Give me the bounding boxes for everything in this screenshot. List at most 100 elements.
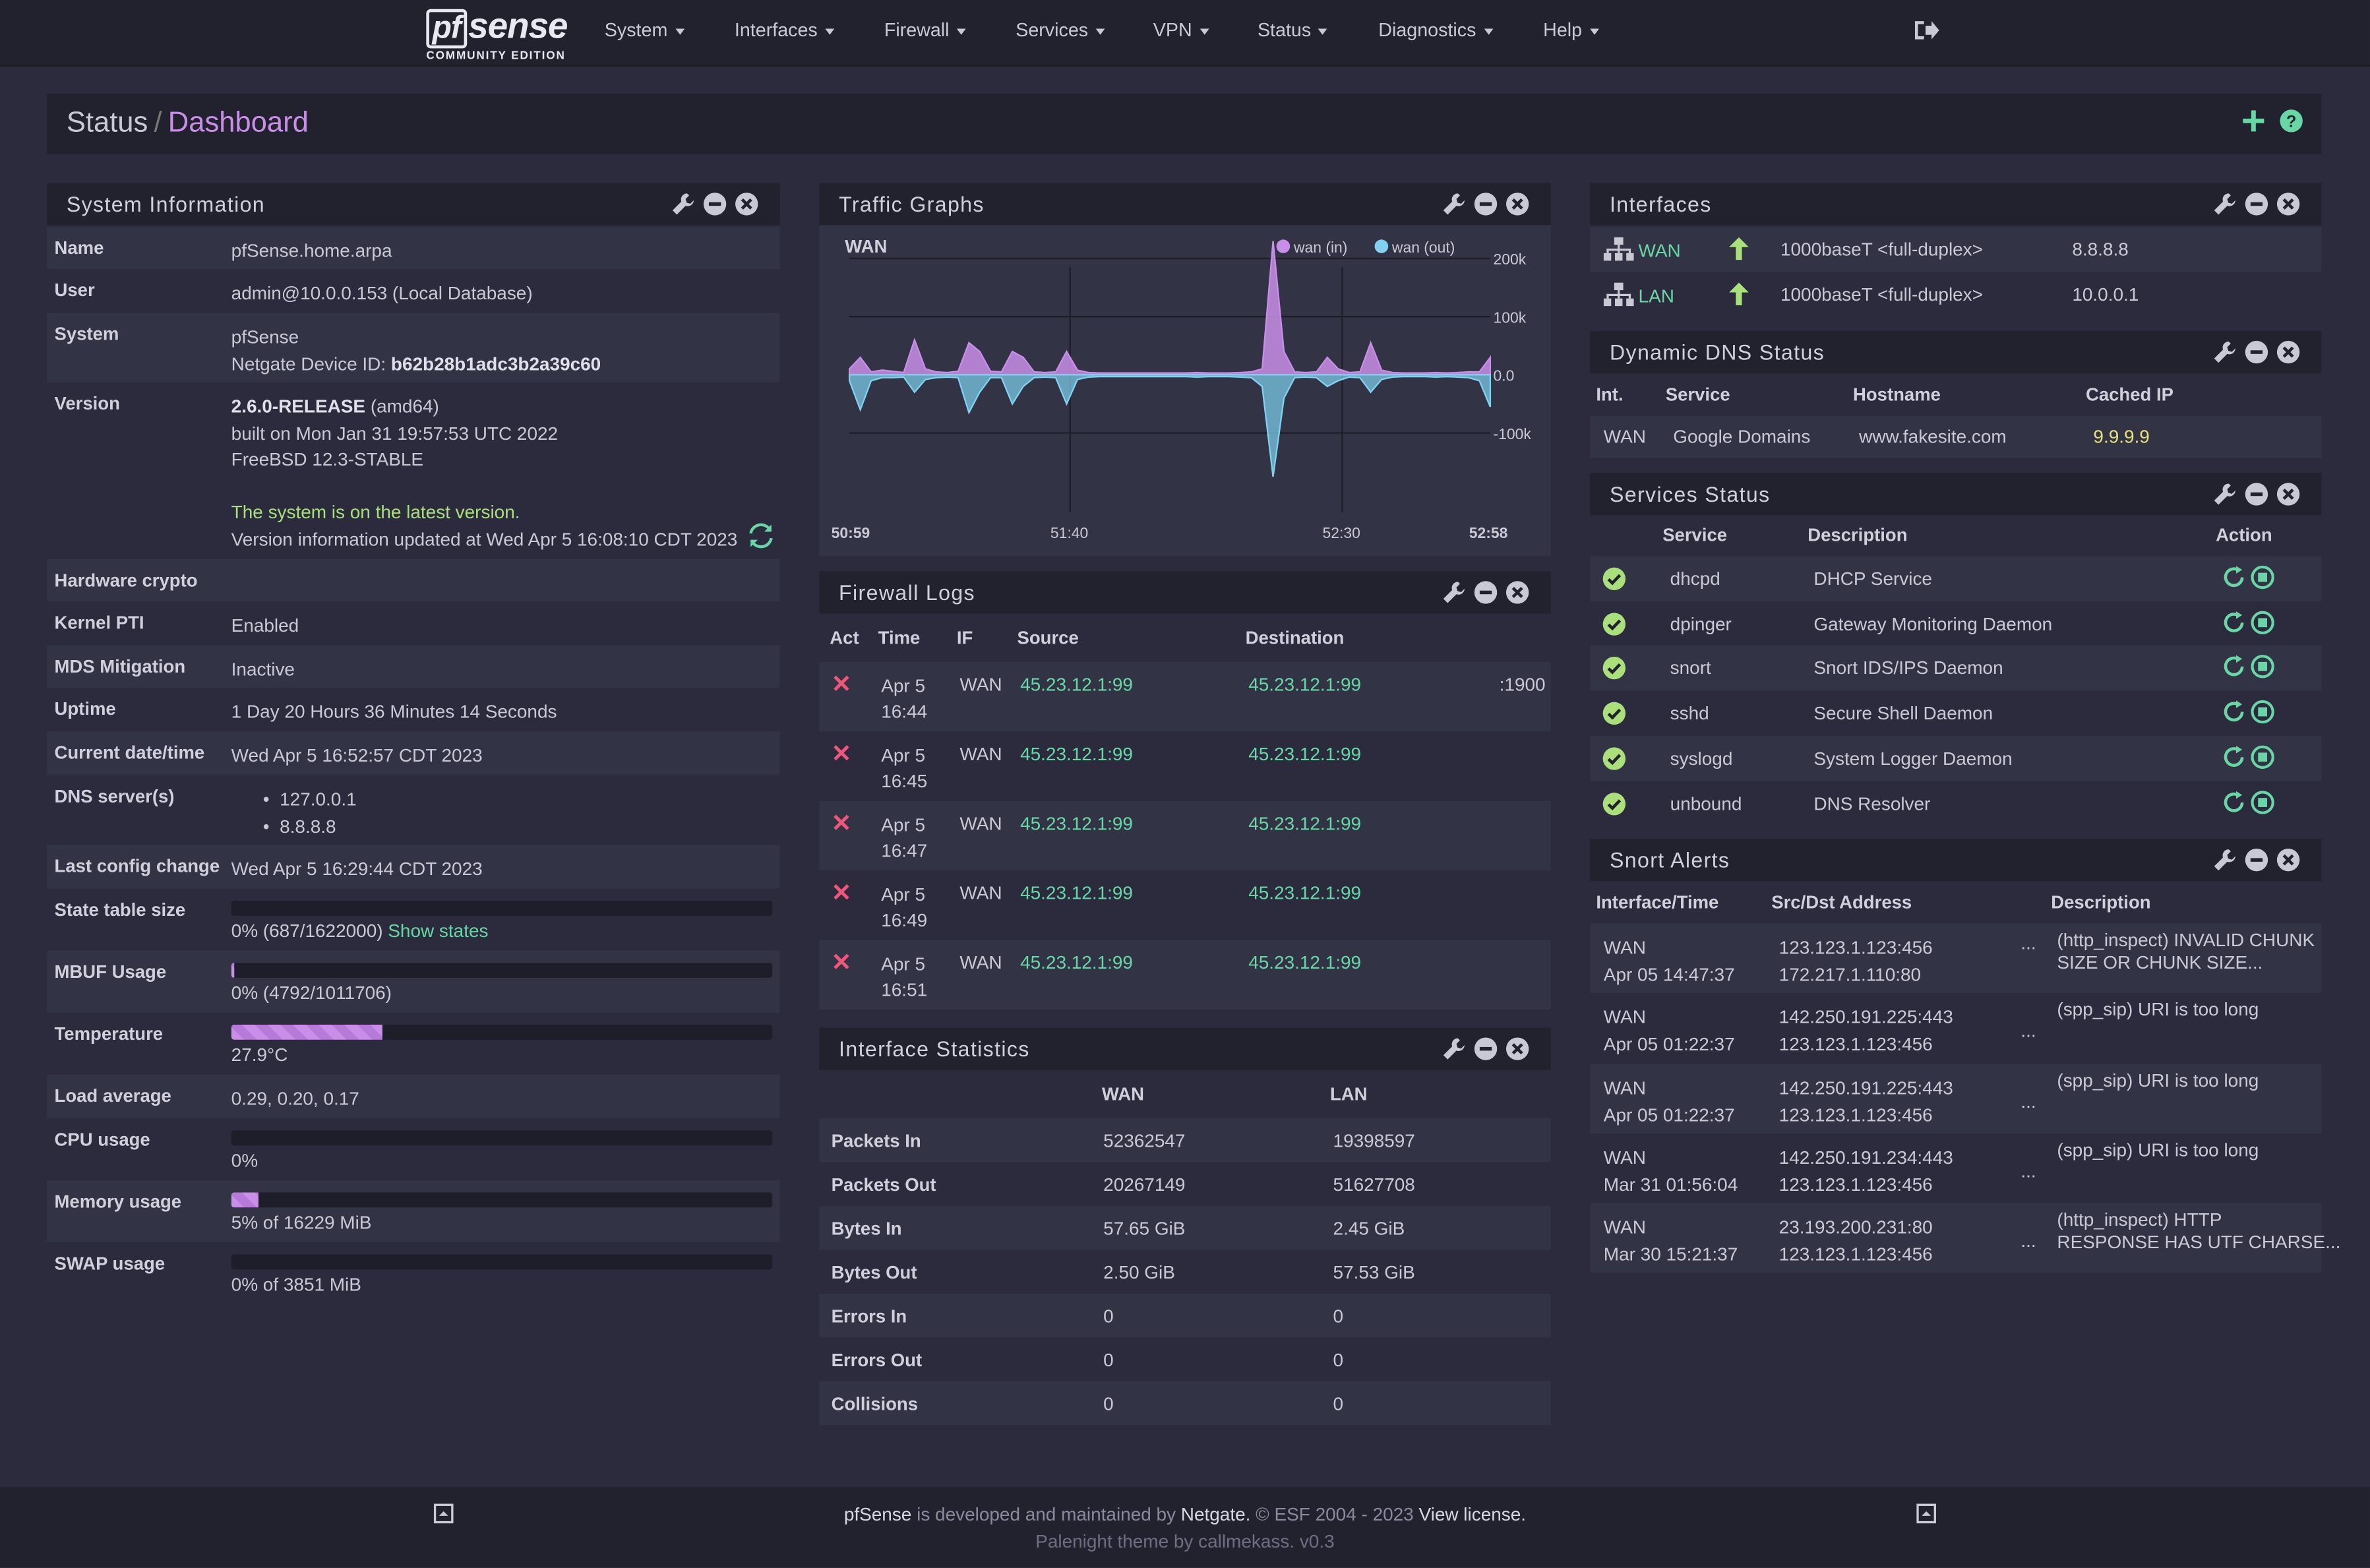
close-icon[interactable] [2276,848,2301,872]
log-interface: WAN [959,674,1002,696]
minimize-icon[interactable] [1474,1037,1498,1061]
wrench-icon[interactable] [1442,1037,1467,1061]
menu-help[interactable]: Help [1543,20,1599,41]
close-icon[interactable] [1505,1037,1530,1061]
wrench-icon[interactable] [2212,482,2237,506]
log-destination[interactable]: 45.23.12.1:99 [1248,813,1361,834]
page-title[interactable]: Dashboard [168,107,309,139]
row-temperature: Temperature 27.9°C [47,1013,780,1075]
view-license-link[interactable]: View license. [1419,1504,1527,1525]
log-time: Apr 5 16:51 [881,953,928,1001]
x-tick-label: 52:58 [1469,524,1508,541]
chevron-down-icon [1483,28,1493,35]
pfsense-logo[interactable]: pf sense COMMUNITY EDITION [426,6,571,63]
row-last-config: Last config change Wed Apr 5 16:29:44 CDT… [47,845,780,889]
interface-link[interactable]: WAN [1639,240,1681,261]
menu-services[interactable]: Services [1016,20,1105,41]
menu-status[interactable]: Status [1258,20,1328,41]
table-row: ✕ Apr 5 16:49 WAN 45.23.12.1:99 45.23.12.… [819,870,1550,940]
breadcrumb-parent[interactable]: Status [67,107,148,139]
wrench-icon[interactable] [671,192,696,216]
logout-icon[interactable] [1912,18,1939,43]
interface-link[interactable]: LAN [1639,286,1674,307]
close-icon[interactable] [2276,340,2301,365]
service-row: syslogd System Logger Daemon [1590,735,2322,781]
footer-netgate-link[interactable]: Netgate. [1181,1504,1251,1525]
restart-icon[interactable] [2222,565,2246,589]
wrench-icon[interactable] [1442,580,1467,605]
minimize-icon[interactable] [2245,340,2269,365]
log-source[interactable]: 45.23.12.1:99 [1020,674,1133,695]
restart-icon[interactable] [2222,744,2246,769]
wrench-icon[interactable] [1442,192,1467,216]
wrench-icon[interactable] [2212,848,2237,872]
minimize-icon[interactable] [1474,192,1498,216]
close-icon[interactable] [1505,580,1530,605]
log-destination[interactable]: 45.23.12.1:99 [1248,952,1361,973]
logo-sense: sense [468,6,568,47]
wrench-icon[interactable] [2212,192,2237,216]
menu-vpn[interactable]: VPN [1153,20,1209,41]
more-icon[interactable]: ... [2021,1021,2036,1042]
wrench-icon[interactable] [2212,340,2237,365]
row-memory-usage: Memory usage 5% of 16229 MiB [47,1180,780,1243]
chevron-down-icon [1095,28,1105,35]
stop-icon[interactable] [2251,744,2275,769]
logo-edition: COMMUNITY EDITION [426,48,566,62]
table-row: Collisions 0 0 [819,1381,1551,1426]
more-icon[interactable]: ... [2021,932,2036,953]
close-icon[interactable] [735,192,759,216]
stop-icon[interactable] [2251,565,2275,589]
minimize-icon[interactable] [2245,482,2269,506]
restart-icon[interactable] [2222,790,2246,814]
refresh-icon[interactable] [748,523,774,549]
widget-header: Snort Alerts [1590,839,2322,882]
service-row: sshd Secure Shell Daemon [1590,691,2321,737]
more-icon[interactable]: ... [2021,1091,2036,1112]
close-icon[interactable] [2276,192,2301,216]
minimize-icon[interactable] [703,192,727,216]
row-mds: MDS Mitigation Inactive [47,645,780,688]
widget-title: Dynamic DNS Status [1609,340,1825,365]
minimize-icon[interactable] [2245,848,2269,872]
menu-diagnostics[interactable]: Diagnostics [1378,20,1493,41]
log-source[interactable]: 45.23.12.1:99 [1020,744,1133,765]
service-row: snort Snort IDS/IPS Daemon [1590,646,2322,692]
close-icon[interactable] [1505,192,1530,216]
stop-icon[interactable] [2251,790,2275,814]
help-icon[interactable]: ? [2279,109,2303,133]
close-icon[interactable] [2276,482,2301,506]
more-icon[interactable]: ... [2021,1230,2036,1251]
add-widget-icon[interactable] [2241,109,2265,133]
more-icon[interactable]: ... [2021,1161,2036,1182]
row-current-date: Current date/time Wed Apr 5 16:52:57 CDT … [47,731,780,775]
firewall-logs-widget: Firewall Logs Act Time IF Source Destina… [819,571,1551,1013]
restart-icon[interactable] [2222,700,2246,724]
menu-system[interactable]: System [605,20,684,41]
minimize-icon[interactable] [1474,580,1498,605]
log-destination[interactable]: 45.23.12.1:99 [1248,744,1361,765]
show-states-link[interactable]: Show states [388,920,488,942]
memory-bar [231,1192,773,1208]
menu-firewall[interactable]: Firewall [884,20,966,41]
stop-icon[interactable] [2251,655,2275,679]
y-tick-label: 200k [1493,251,1526,268]
restart-icon[interactable] [2222,610,2246,634]
svg-text:?: ? [2286,113,2296,131]
log-destination[interactable]: 45.23.12.1:99 [1248,674,1361,695]
log-destination[interactable]: 45.23.12.1:99 [1248,883,1361,904]
footer-pfsense-link[interactable]: pfSense [844,1504,912,1525]
log-source[interactable]: 45.23.12.1:99 [1020,813,1133,834]
log-time: Apr 5 16:44 [881,675,928,723]
log-source[interactable]: 45.23.12.1:99 [1020,883,1133,904]
table-row: ✕ Apr 5 16:44 WAN 45.23.12.1:99 45.23.12.… [819,661,1551,732]
stop-icon[interactable] [2251,700,2275,724]
system-information-widget: System Information Name pfSense.home.arpa… [47,183,780,1302]
log-source[interactable]: 45.23.12.1:99 [1020,952,1133,973]
minimize-icon[interactable] [2245,192,2269,216]
restart-icon[interactable] [2222,655,2246,679]
y-tick-label: -100k [1493,425,1531,442]
widget-title: Firewall Logs [839,580,975,605]
menu-interfaces[interactable]: Interfaces [735,20,834,41]
stop-icon[interactable] [2251,610,2275,634]
